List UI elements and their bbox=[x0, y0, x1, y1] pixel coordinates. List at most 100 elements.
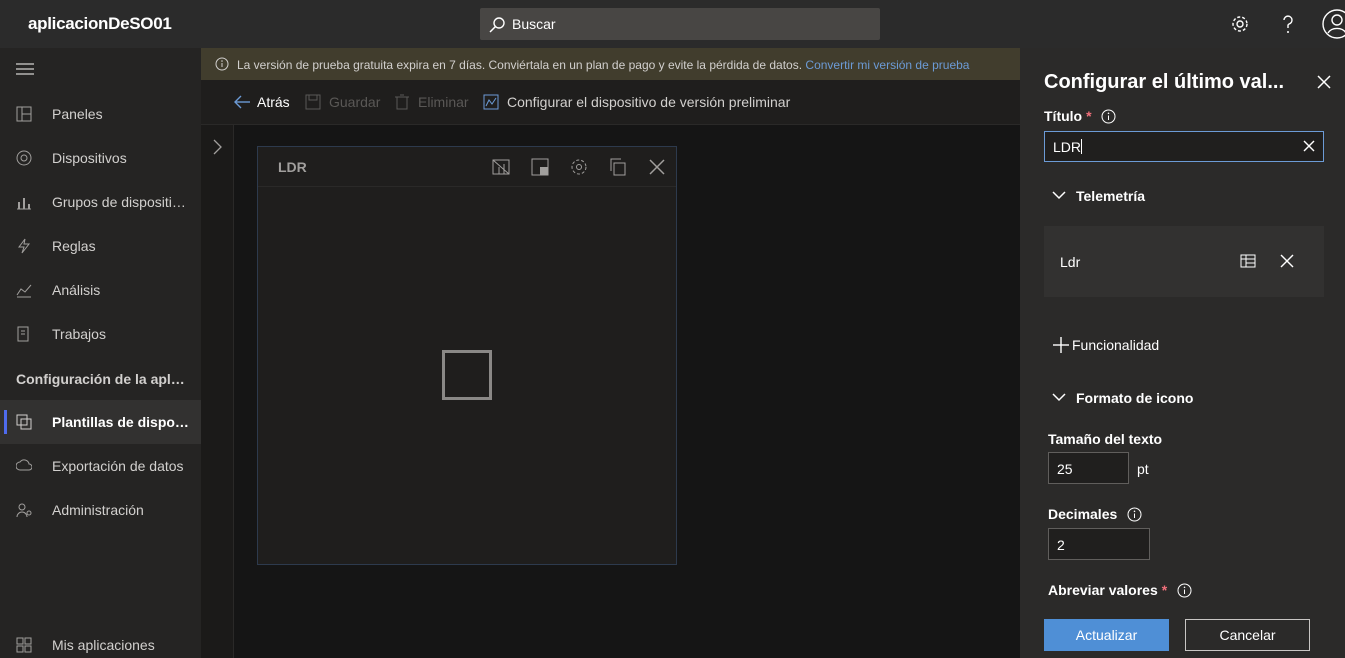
sidebar: Paneles Dispositivos Grupos de dispositi… bbox=[0, 48, 201, 658]
trial-banner: La versión de prueba gratuita expira en … bbox=[201, 48, 1020, 80]
sidebar-item-reglas[interactable]: Reglas bbox=[0, 224, 201, 268]
search-icon bbox=[488, 16, 506, 34]
required-marker: * bbox=[1086, 108, 1092, 124]
title-input[interactable]: LDR bbox=[1044, 131, 1324, 162]
chevron-down-icon bbox=[1052, 392, 1066, 402]
telemetry-section-label: Telemetría bbox=[1076, 188, 1145, 204]
telemetry-item-name: Ldr bbox=[1060, 254, 1081, 270]
sidebar-item-exportacion[interactable]: Exportación de datos bbox=[0, 444, 201, 488]
decimals-input[interactable]: 2 bbox=[1048, 528, 1150, 560]
info-icon[interactable] bbox=[1101, 109, 1116, 124]
panel-title: Configurar el último val... bbox=[1044, 71, 1285, 93]
sidebar-item-grupos[interactable]: Grupos de dispositivos bbox=[0, 180, 201, 224]
title-input-value: LDR bbox=[1053, 139, 1083, 155]
info-icon[interactable] bbox=[1177, 583, 1192, 598]
delete-icon bbox=[394, 94, 410, 110]
text-size-unit: pt bbox=[1137, 461, 1149, 477]
search-box[interactable]: Buscar bbox=[480, 8, 880, 40]
visualization-icon[interactable] bbox=[491, 157, 511, 177]
banner-text: La versión de prueba gratuita expira en … bbox=[237, 58, 803, 72]
tile-ldr[interactable]: LDR bbox=[257, 146, 677, 565]
configure-panel: Configurar el último val... Título * LDR … bbox=[1020, 48, 1345, 658]
close-icon[interactable] bbox=[647, 157, 667, 177]
remove-icon[interactable] bbox=[1280, 254, 1294, 268]
decimals-value: 2 bbox=[1057, 537, 1065, 553]
sidebar-item-administracion[interactable]: Administración bbox=[0, 488, 201, 532]
text-size-value: 25 bbox=[1057, 461, 1073, 477]
gear-icon[interactable] bbox=[1228, 12, 1252, 36]
sidebar-item-label: Reglas bbox=[52, 238, 96, 254]
analytics-icon bbox=[16, 282, 32, 298]
text-caret bbox=[1081, 139, 1083, 154]
administration-icon bbox=[16, 502, 32, 518]
abbreviate-label-text: Abreviar valores bbox=[1048, 582, 1158, 598]
convert-trial-link[interactable]: Convertir mi versión de prueba bbox=[805, 58, 969, 72]
update-button[interactable]: Actualizar bbox=[1044, 619, 1169, 651]
tile-title: LDR bbox=[278, 159, 307, 175]
back-arrow-icon bbox=[233, 94, 251, 110]
jobs-icon bbox=[16, 326, 32, 342]
data-export-icon bbox=[16, 458, 32, 474]
chevron-down-icon bbox=[1052, 190, 1066, 200]
sidebar-item-label: Dispositivos bbox=[52, 150, 127, 166]
sidebar-item-label: Trabajos bbox=[52, 326, 106, 342]
collapse-strip bbox=[201, 125, 234, 658]
my-apps-icon bbox=[16, 637, 32, 653]
text-size-label: Tamaño del texto bbox=[1048, 431, 1163, 447]
sidebar-item-label: Mis aplicaciones bbox=[52, 637, 155, 653]
text-size-input[interactable]: 25 bbox=[1048, 452, 1129, 484]
tile-size-icon[interactable] bbox=[530, 157, 550, 177]
user-avatar-icon[interactable] bbox=[1321, 8, 1345, 40]
sidebar-item-label: Análisis bbox=[52, 282, 101, 298]
sidebar-section-title: Configuración de la aplicación bbox=[16, 371, 186, 387]
cancel-button[interactable]: Cancelar bbox=[1185, 619, 1310, 651]
sidebar-item-paneles[interactable]: Paneles bbox=[0, 92, 201, 136]
configure-preview-label: Configurar el dispositivo de versión pre… bbox=[507, 94, 791, 110]
back-label: Atrás bbox=[257, 94, 290, 110]
banner-message: La versión de prueba gratuita expira en … bbox=[237, 58, 969, 72]
sidebar-item-label: Paneles bbox=[52, 106, 103, 122]
required-marker: * bbox=[1161, 582, 1168, 598]
search-placeholder: Buscar bbox=[512, 16, 556, 32]
info-icon[interactable] bbox=[1127, 507, 1142, 522]
title-input-text: LDR bbox=[1053, 139, 1082, 155]
info-icon bbox=[215, 57, 229, 71]
sidebar-item-analisis[interactable]: Análisis bbox=[0, 268, 201, 312]
sidebar-item-trabajos[interactable]: Trabajos bbox=[0, 312, 201, 356]
dashboard-icon bbox=[16, 106, 32, 122]
tile-format-section-label: Formato de icono bbox=[1076, 390, 1194, 406]
sidebar-item-dispositivos[interactable]: Dispositivos bbox=[0, 136, 201, 180]
device-groups-icon bbox=[16, 194, 32, 210]
preview-chart-icon bbox=[483, 94, 499, 110]
plus-icon bbox=[1052, 336, 1070, 354]
devices-icon bbox=[16, 150, 32, 166]
sidebar-item-mis-aplicaciones[interactable]: Mis aplicaciones bbox=[0, 623, 201, 658]
table-edit-icon[interactable] bbox=[1240, 254, 1256, 268]
sidebar-item-label: Administración bbox=[52, 502, 144, 518]
command-bar: Atrás Guardar Eliminar Configurar el dis… bbox=[201, 80, 1020, 125]
abbreviate-label: Abreviar valores * bbox=[1048, 582, 1192, 598]
top-bar: aplicacionDeSO01 Buscar bbox=[0, 0, 1345, 48]
loading-placeholder bbox=[442, 350, 492, 400]
device-templates-icon bbox=[16, 414, 32, 430]
chevron-right-icon[interactable] bbox=[211, 139, 223, 155]
decimals-label: Decimales bbox=[1048, 506, 1142, 522]
sidebar-item-label: Exportación de datos bbox=[52, 458, 184, 474]
tile-header: LDR bbox=[258, 147, 676, 187]
copy-icon[interactable] bbox=[608, 157, 628, 177]
save-icon bbox=[305, 94, 321, 110]
help-icon[interactable] bbox=[1276, 12, 1300, 36]
sidebar-item-label: Grupos de dispositivos bbox=[52, 194, 192, 210]
title-label-text: Título bbox=[1044, 108, 1083, 124]
telemetry-item: Ldr bbox=[1044, 226, 1324, 297]
clear-icon[interactable] bbox=[1303, 140, 1315, 152]
sidebar-item-plantillas[interactable]: Plantillas de dispositivo bbox=[0, 400, 201, 444]
delete-label: Eliminar bbox=[418, 94, 469, 110]
app-title[interactable]: aplicacionDeSO01 bbox=[28, 14, 172, 34]
close-icon[interactable] bbox=[1316, 74, 1332, 90]
hamburger-menu-icon[interactable] bbox=[16, 62, 34, 76]
gear-icon[interactable] bbox=[569, 157, 589, 177]
sidebar-item-label: Plantillas de dispositivo bbox=[52, 414, 192, 430]
add-capability-label: Funcionalidad bbox=[1072, 337, 1160, 353]
decimals-label-text: Decimales bbox=[1048, 506, 1118, 522]
